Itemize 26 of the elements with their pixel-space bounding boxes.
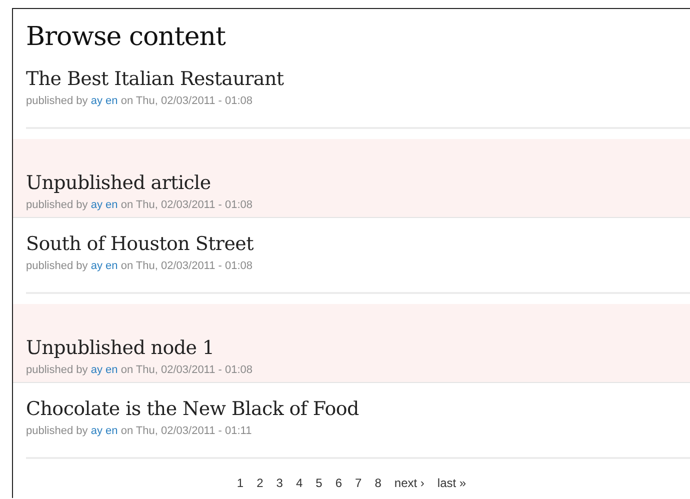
node-byline: published by ay en on Thu, 02/03/2011 - 01:08 — [26, 94, 254, 109]
node-byline: published by ay en on Thu, 02/03/2011 - 01:08 — [26, 259, 254, 274]
pager-link[interactable]: 1 — [236, 475, 244, 491]
node-byline: published by ay en on Thu, 02/03/2011 - 01:08 — [26, 363, 254, 378]
pager-link[interactable]: 4 — [296, 475, 303, 491]
pager-link[interactable]: 3 — [276, 475, 283, 491]
node-title[interactable]: Chocolate is the New Black of Food — [26, 397, 690, 421]
pager-link[interactable]: 6 — [335, 475, 342, 491]
node-title[interactable]: The Best Italian Restaurant — [26, 67, 690, 91]
node-title[interactable]: Unpublished node 1 — [26, 336, 690, 360]
author-link[interactable]: ay en — [90, 425, 118, 437]
pager-link[interactable]: 2 — [256, 475, 264, 491]
author-link[interactable]: ay en — [90, 260, 118, 272]
author-link[interactable]: ay en — [90, 364, 118, 376]
pager-link[interactable]: 5 — [316, 475, 322, 491]
node-byline: published by ay en on Thu, 02/03/2011 - 01:11 — [26, 424, 253, 439]
author-link[interactable]: ay en — [90, 95, 118, 107]
pager-link[interactable]: 7 — [355, 475, 362, 491]
pager-link[interactable]: 8 — [374, 475, 382, 491]
author-link[interactable]: ay en — [90, 199, 118, 211]
node-title[interactable]: South of Houston Street — [26, 232, 690, 256]
page-heading: Browse content — [25, 21, 227, 53]
node-title[interactable]: Unpublished article — [26, 171, 690, 195]
pager-link[interactable]: next › — [394, 475, 424, 491]
pager-link[interactable]: last » — [437, 475, 466, 491]
node-byline: published by ay en on Thu, 02/03/2011 - 01:08 — [26, 198, 254, 213]
